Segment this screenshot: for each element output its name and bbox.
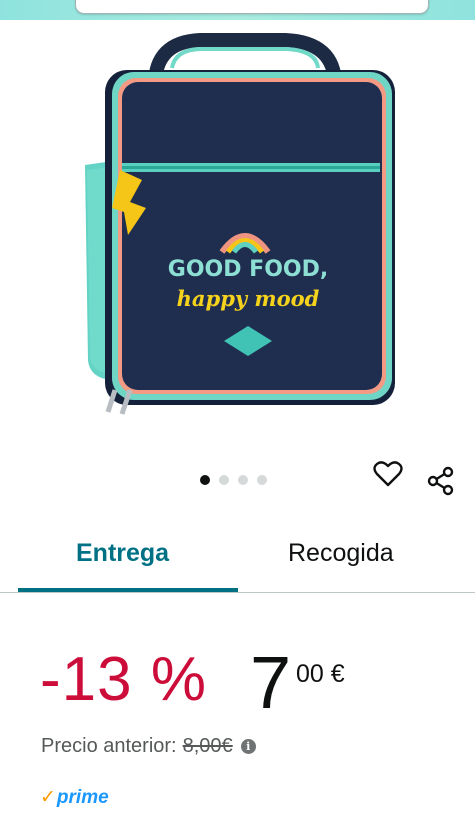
discount-percentage: -13 % bbox=[40, 645, 207, 714]
delivery-tabs: Entrega Recogida bbox=[0, 525, 475, 593]
slogan-line2: happy mood bbox=[177, 286, 320, 311]
price-whole: 7 bbox=[250, 641, 292, 724]
divider bbox=[0, 592, 475, 593]
product-image[interactable]: GOOD FOOD, happy mood bbox=[60, 30, 415, 430]
previous-price-label: Precio anterior: bbox=[41, 735, 177, 757]
wishlist-button[interactable] bbox=[372, 458, 404, 490]
prime-check-icon: ✓ bbox=[40, 787, 56, 808]
price-fraction: 00 € bbox=[296, 660, 345, 688]
share-button[interactable] bbox=[424, 464, 458, 498]
carousel-dot[interactable] bbox=[257, 475, 267, 485]
prime-badge: ✓prime bbox=[40, 786, 109, 809]
carousel-dot[interactable] bbox=[200, 475, 210, 485]
search-header bbox=[0, 0, 475, 20]
tab-entrega[interactable]: Entrega bbox=[76, 539, 169, 568]
tab-recogida[interactable]: Recogida bbox=[288, 539, 394, 568]
prime-label: prime bbox=[56, 787, 109, 808]
carousel-dot[interactable] bbox=[219, 475, 229, 485]
info-icon[interactable]: i bbox=[240, 739, 256, 754]
previous-price: Precio anterior: 8,00€ i bbox=[41, 735, 256, 758]
heart-icon bbox=[373, 461, 403, 487]
carousel-dot[interactable] bbox=[238, 475, 248, 485]
image-carousel-indicator[interactable] bbox=[200, 475, 267, 485]
slogan-line1: GOOD FOOD, bbox=[168, 257, 328, 282]
share-icon bbox=[427, 466, 454, 496]
previous-price-value: 8,00€ bbox=[182, 735, 233, 757]
search-input[interactable] bbox=[75, 0, 429, 14]
